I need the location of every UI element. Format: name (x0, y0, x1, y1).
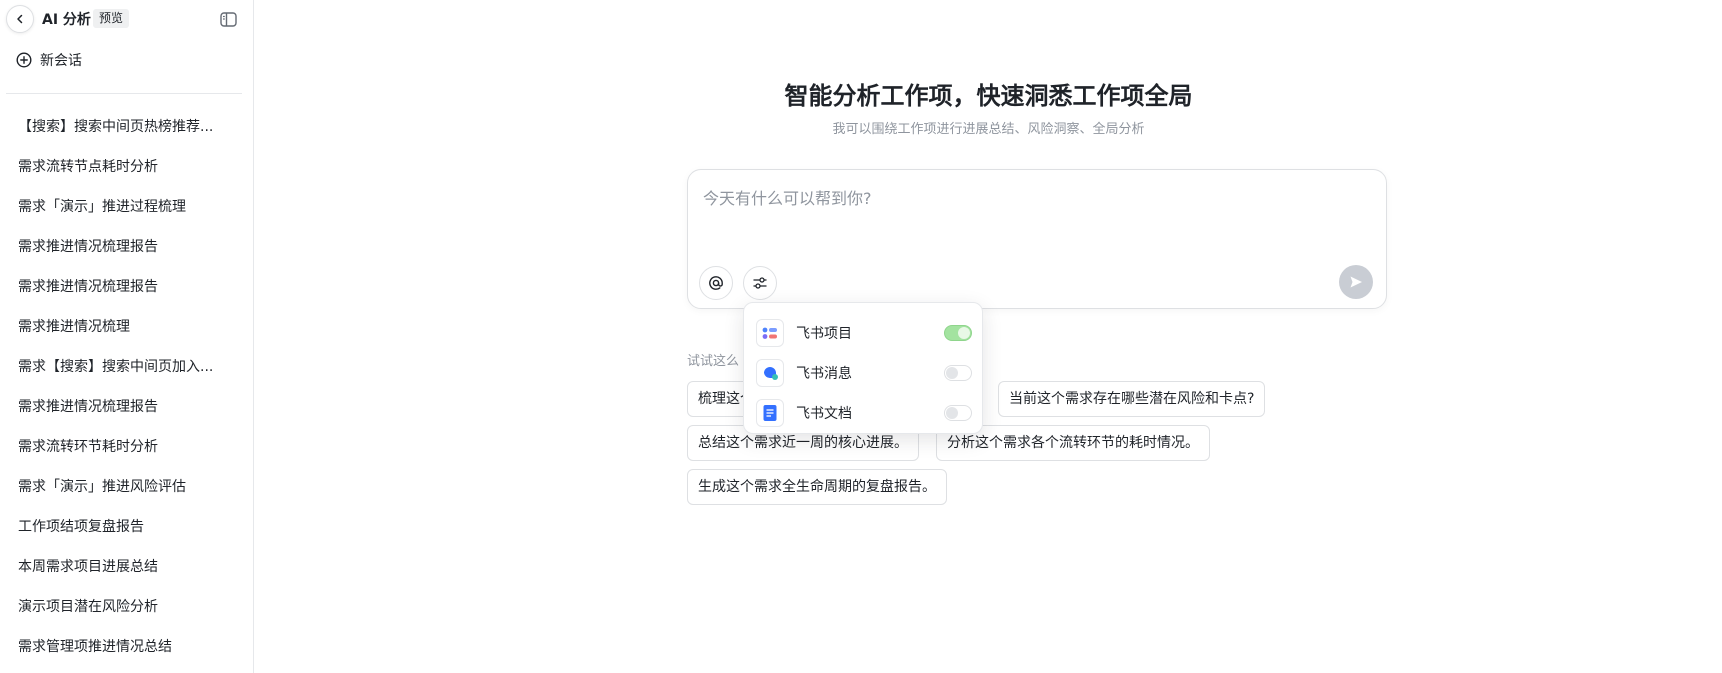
send-icon (1350, 276, 1362, 288)
history-item[interactable]: 需求【搜索】搜索中间页加入... (0, 347, 230, 387)
history-item[interactable]: 需求「演示」推进过程梳理 (0, 187, 230, 227)
source-toggle-feishu-message[interactable] (944, 365, 972, 381)
history-list: 【搜索】搜索中间页热榜推荐... 需求流转节点耗时分析 需求「演示」推进过程梳理… (0, 107, 254, 667)
history-item[interactable]: 本周需求项目进展总结 (0, 547, 230, 587)
history-item[interactable]: 需求推进情况梳理报告 (0, 267, 230, 307)
sliders-icon (753, 277, 767, 289)
send-button[interactable] (1339, 265, 1373, 299)
page-subtitle: 我可以围绕工作项进行进展总结、风险洞察、全局分析 (832, 122, 1145, 137)
at-icon (709, 276, 723, 290)
history-item[interactable]: 需求「演示」推进风险评估 (0, 467, 230, 507)
preview-badge: 预览 (93, 9, 130, 28)
sidebar-divider (6, 93, 242, 94)
settings-sliders-button[interactable] (743, 266, 777, 300)
history-item[interactable]: 需求管理项推进情况总结 (0, 627, 230, 667)
feishu-message-icon (756, 359, 784, 387)
history-item[interactable]: 需求推进情况梳理报告 (0, 387, 230, 427)
chat-composer (687, 169, 1387, 309)
plus-circle-icon (16, 52, 32, 68)
history-item[interactable]: 演示项目潜在风险分析 (0, 587, 230, 627)
source-toggle-feishu-doc[interactable] (944, 405, 972, 421)
new-chat-label: 新会话 (40, 53, 82, 69)
source-label: 飞书项目 (796, 326, 852, 342)
suggestions-label: 试试这么 (687, 354, 740, 369)
history-item[interactable]: 需求推进情况梳理报告 (0, 227, 230, 267)
history-item[interactable]: 需求推进情况梳理 (0, 307, 230, 347)
history-item[interactable]: 需求流转环节耗时分析 (0, 427, 230, 467)
source-toggle-feishu-project[interactable] (944, 325, 972, 341)
back-button[interactable] (6, 5, 34, 33)
history-item[interactable]: 工作项结项复盘报告 (0, 507, 230, 547)
feishu-project-icon (756, 319, 784, 347)
feishu-doc-icon (756, 399, 784, 427)
app-root: AI 分析 预览 新会话 【搜索】搜索中间页热榜推荐... 需求流转节点耗时分析… (0, 0, 1722, 673)
sidebar-collapse-button[interactable] (218, 9, 238, 29)
sidebar-toggle-icon (219, 11, 237, 27)
back-arrow-icon (17, 14, 23, 24)
sidebar-title: AI 分析 (42, 12, 91, 28)
page-title: 智能分析工作项，快速洞悉工作项全局 (784, 82, 1193, 110)
source-item-feishu-project[interactable]: 飞书项目 (756, 319, 972, 347)
history-item[interactable]: 【搜索】搜索中间页热榜推荐... (0, 107, 230, 147)
source-item-feishu-doc[interactable]: 飞书文档 (756, 399, 972, 427)
suggestion-chip[interactable]: 当前这个需求存在哪些潜在风险和卡点? (998, 381, 1266, 417)
suggestion-chip[interactable]: 生成这个需求全生命周期的复盘报告。 (687, 469, 947, 505)
mention-button[interactable] (699, 266, 733, 300)
sidebar-header: AI 分析 预览 (0, 0, 254, 38)
source-item-feishu-message[interactable]: 飞书消息 (756, 359, 972, 387)
main-panel: 智能分析工作项，快速洞悉工作项全局 我可以围绕工作项进行进展总结、风险洞察、全局… (255, 0, 1722, 673)
new-chat-button[interactable]: 新会话 (16, 47, 82, 73)
data-source-popover: 飞书项目 飞书消息 飞书文档 (743, 302, 983, 434)
source-label: 飞书消息 (796, 366, 852, 382)
history-item[interactable]: 需求流转节点耗时分析 (0, 147, 230, 187)
chat-input[interactable] (703, 186, 1363, 210)
sidebar: AI 分析 预览 新会话 【搜索】搜索中间页热榜推荐... 需求流转节点耗时分析… (0, 0, 254, 673)
source-label: 飞书文档 (796, 406, 852, 422)
